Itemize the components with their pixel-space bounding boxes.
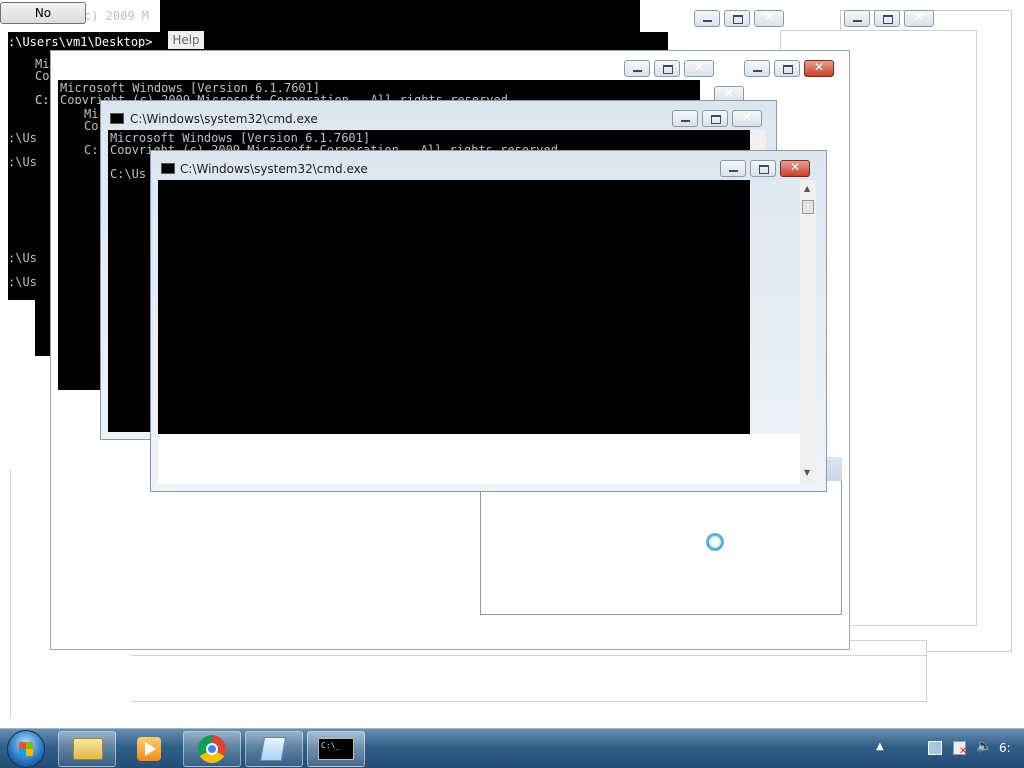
close-button[interactable]	[804, 60, 834, 77]
close-button[interactable]	[754, 10, 784, 27]
help-menu-label: Help	[172, 33, 200, 47]
close-button[interactable]	[684, 60, 714, 77]
cmd-window-front-blank-area	[158, 434, 800, 484]
action-center-alert-icon: ✕	[959, 746, 968, 757]
back-console-path: :\Users\vm1\Desktop>	[8, 36, 153, 48]
cmd-window-front-title: C:\Windows\system32\cmd.exe	[180, 162, 368, 176]
cmd-window-back-controls	[668, 110, 762, 127]
windows-flag-icon	[19, 742, 33, 756]
scroll-down-arrow[interactable]: ▼	[804, 468, 810, 477]
cmd-icon	[161, 163, 175, 174]
cmd-window-front-scrollbar[interactable]	[800, 180, 816, 484]
maximize-button[interactable]	[874, 10, 900, 27]
minimize-button[interactable]	[672, 110, 698, 127]
folder-icon	[73, 738, 103, 760]
command-prompt-icon: C:\_	[318, 738, 354, 760]
taskbar-item-media-player[interactable]	[120, 731, 178, 767]
cmd-back-line: C:	[84, 144, 99, 156]
ghost-window-controls-1	[690, 10, 784, 27]
notepad-icon	[259, 737, 287, 761]
back-console-top-fragment: c) 2009 M	[84, 10, 150, 23]
help-menu[interactable]: Help	[168, 31, 204, 49]
taskbar-item-file-explorer[interactable]	[58, 731, 116, 767]
mid-console-line: Microsoft Windows [Version 6.1.7601]	[60, 82, 321, 94]
command-prompt-icon-text: C:\_	[321, 741, 341, 750]
busy-spinner-icon	[706, 533, 724, 551]
maximize-button[interactable]	[774, 60, 800, 77]
taskbar-item-command-prompt[interactable]: C:\_	[307, 731, 365, 767]
mid-console-line: C:	[35, 94, 50, 106]
taskbar-item-notepad[interactable]	[245, 731, 303, 767]
maximize-button[interactable]	[654, 60, 680, 77]
scroll-thumb[interactable]	[802, 200, 814, 214]
ghost-window-bottom-2	[100, 655, 927, 702]
cmd-window-front-controls	[716, 160, 810, 177]
cmd-window-back-title: C:\Windows\system32\cmd.exe	[130, 112, 318, 126]
close-button[interactable]	[904, 10, 934, 27]
maximize-button[interactable]	[724, 10, 750, 27]
minimize-button[interactable]	[624, 60, 650, 77]
minimize-button[interactable]	[694, 10, 720, 27]
close-button[interactable]	[780, 160, 810, 177]
mid-window-controls	[740, 60, 834, 77]
minimize-button[interactable]	[844, 10, 870, 27]
cmd-back-line: Microsoft Windows [Version 6.1.7601]	[110, 132, 371, 144]
taskbar-item-chrome[interactable]	[183, 731, 241, 767]
ghost-window-controls-2	[840, 10, 934, 27]
start-orb-icon[interactable]	[7, 730, 45, 768]
maximize-button[interactable]	[750, 160, 776, 177]
mid-window-controls-2	[620, 60, 714, 77]
chrome-center	[206, 743, 218, 755]
cmd-icon	[110, 113, 124, 124]
taskbar: C:\_ ▲ ✕ 🔈 6:	[0, 728, 1024, 768]
cmd-window-front-console	[158, 180, 750, 434]
volume-icon[interactable]: 🔈	[976, 739, 992, 754]
maximize-button[interactable]	[702, 110, 728, 127]
close-button[interactable]	[732, 110, 762, 127]
minimize-button[interactable]	[744, 60, 770, 77]
cmd-back-line: C:\Us	[110, 168, 147, 180]
network-icon[interactable]	[928, 741, 942, 755]
scroll-up-arrow[interactable]: ▲	[804, 184, 810, 193]
play-icon	[145, 742, 156, 756]
no-button-label: No	[34, 6, 52, 20]
clock[interactable]: 6:	[999, 741, 1011, 755]
minimize-button[interactable]	[720, 160, 746, 177]
show-hidden-icons-button[interactable]: ▲	[876, 741, 884, 752]
no-button[interactable]: No	[0, 2, 86, 24]
